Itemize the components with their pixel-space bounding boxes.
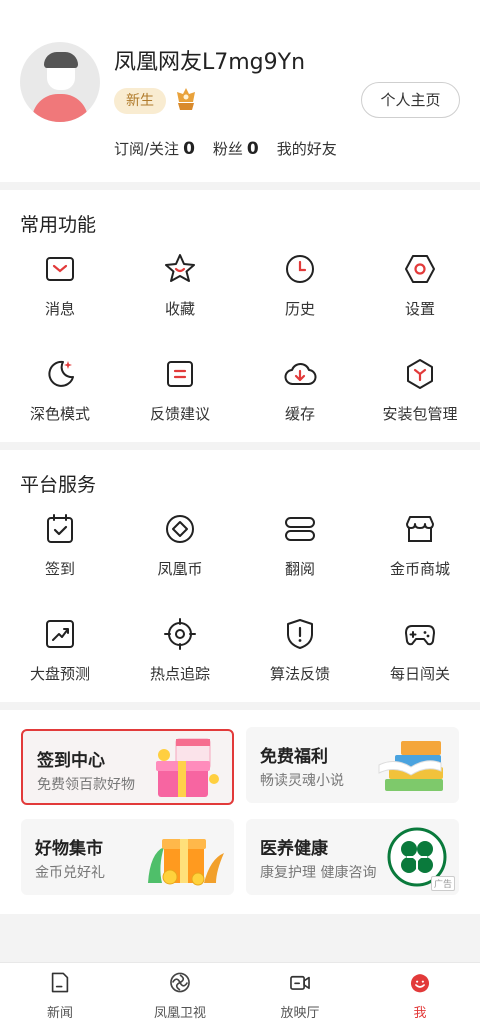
news-icon [51,972,69,993]
package-icon [407,359,433,389]
menu-item-phoenix-coin[interactable]: 凤凰币 [120,512,240,617]
menu-item-coin-mall[interactable]: 金币商城 [360,512,480,617]
settings-icon [405,255,435,283]
profile-stats: 订阅/关注 0 粉丝 0 我的好友 [114,138,337,159]
personal-homepage-button[interactable]: 个人主页 [361,82,460,118]
menu-item-history[interactable]: 历史 [240,252,360,357]
download-cloud-icon [284,363,317,385]
tab-screening-hall[interactable]: 放映厅 [240,963,360,1020]
tab-news[interactable]: 新闻 [0,963,120,1020]
my-friends-link[interactable]: 我的好友 [277,138,337,159]
gift-coins-icon [148,839,224,886]
following-label[interactable]: 订阅/关注 [114,138,179,159]
menu-item-daily-challenge[interactable]: 每日闯关 [360,617,480,722]
profile-header: 凤凰网友L7mg9Yn 新生 个人主页 订阅/关注 0 粉丝 0 我的好友 [0,0,480,182]
menu-item-settings[interactable]: 设置 [360,252,480,357]
level-badge[interactable]: 新生 [114,88,166,114]
common-functions-section: 常用功能 消息 收藏 历史 设置 深色模式 反馈建议 缓存 安装包管理 [0,190,480,442]
shop-icon [406,516,434,542]
menu-item-hot-tracking[interactable]: 热点追踪 [120,617,240,722]
card-checkin-center[interactable]: 签到中心 免费领百款好物 [21,729,234,805]
menu-item-feedback[interactable]: 反馈建议 [120,357,240,462]
menu-item-market-forecast[interactable]: 大盘预测 [0,617,120,722]
coin-icon [166,515,194,543]
tab-phoenix-tv[interactable]: 凤凰卫视 [120,963,240,1020]
section-title: 常用功能 [20,214,97,236]
section-title: 平台服务 [20,474,97,496]
tab-me[interactable]: 我 [360,963,480,1020]
menu-item-messages[interactable]: 消息 [0,252,120,357]
menu-item-algorithm-feedback[interactable]: 算法反馈 [240,617,360,722]
following-count[interactable]: 0 [183,139,195,159]
card-free-benefits[interactable]: 免费福利 畅读灵魂小说 [246,727,459,803]
fans-count[interactable]: 0 [247,139,259,159]
moon-icon [48,360,74,387]
menu-item-checkin[interactable]: 签到 [0,512,120,617]
username[interactable]: 凤凰网友L7mg9Yn [114,44,305,76]
gamepad-icon [405,625,435,646]
video-icon [290,975,310,990]
menu-item-browse[interactable]: 翻阅 [240,512,360,617]
menu-item-cache[interactable]: 缓存 [240,357,360,462]
fans-label[interactable]: 粉丝 [213,138,243,159]
chart-icon [46,620,74,648]
promo-cards: 签到中心 免费领百款好物 免费福利 畅读灵魂小说 好物集市 金币兑好礼 医养健康… [0,710,480,914]
bottom-tab-bar: 新闻 凤凰卫视 放映厅 我 [0,962,480,1020]
gift-box-icon [156,738,219,797]
message-icon [46,257,74,281]
books-icon [378,741,443,791]
book-icon [285,517,315,541]
ad-label: 广告 [430,876,455,891]
phoenix-icon [170,972,190,993]
menu-item-favorites[interactable]: 收藏 [120,252,240,357]
menu-item-dark-mode[interactable]: 深色模式 [0,357,120,462]
feedback-icon [167,361,193,387]
shield-icon [287,619,313,649]
checkin-icon [47,514,73,543]
avatar[interactable] [20,42,100,122]
target-icon [164,618,196,650]
menu-item-package-manager[interactable]: 安装包管理 [360,357,480,462]
card-healthcare[interactable]: 医养健康 康复护理 健康咨询 广告 [246,819,459,895]
clock-icon [286,255,314,283]
star-icon [165,254,195,282]
card-goods-market[interactable]: 好物集市 金币兑好礼 [21,819,234,895]
crown-level-icon[interactable] [174,86,198,114]
me-icon [410,974,430,993]
platform-services-section: 平台服务 签到 凤凰币 翻阅 金币商城 大盘预测 热点追踪 算法反馈 每日闯关 [0,450,480,702]
